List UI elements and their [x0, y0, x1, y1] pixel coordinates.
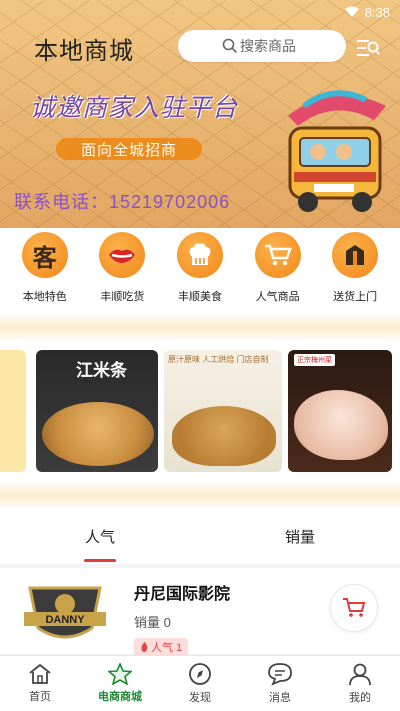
status-bar: 8:38	[0, 0, 400, 24]
svg-text:DANNY: DANNY	[45, 614, 85, 626]
nav-label: 我的	[349, 692, 371, 704]
sort-tabs: 人气 销量	[0, 508, 400, 564]
category-foodie[interactable]: 丰顺吃货	[86, 232, 158, 304]
tab-sales[interactable]: 销量	[200, 508, 400, 564]
cart-icon	[343, 598, 366, 617]
bottom-nav: 首页 电商商城 发现 消息 我的	[0, 655, 400, 711]
section-divider	[0, 480, 400, 510]
category-grid: 客 本地特色 丰顺吃货 丰顺美食 人气商品 送货上门	[0, 228, 400, 312]
nav-shop[interactable]: 电商商城	[80, 656, 160, 711]
search-icon	[222, 38, 238, 54]
user-icon	[349, 663, 371, 686]
chef-hat-icon	[176, 232, 223, 278]
category-delivery[interactable]: 送货上门	[319, 232, 391, 304]
nav-home[interactable]: 首页	[0, 656, 80, 711]
nav-label: 消息	[269, 692, 291, 704]
category-label: 丰顺美食	[177, 291, 222, 303]
nav-discover[interactable]: 发现	[160, 656, 240, 711]
app-header: 本地商城 搜索商品	[0, 26, 400, 70]
category-label: 本地特色	[22, 291, 67, 303]
shop-sales: 销量 0	[134, 615, 171, 630]
banner-cta-button[interactable]: 面向全城招商	[56, 138, 202, 160]
nav-label: 首页	[29, 691, 51, 703]
product-card[interactable]: 江米条	[36, 350, 158, 472]
product-title: 江米条	[76, 361, 127, 380]
category-label: 人气商品	[255, 291, 300, 303]
product-tagline: 原汁原味 人工烘焙 门店自制	[168, 355, 269, 364]
search-placeholder: 搜索商品	[240, 38, 296, 54]
ke-char-icon: 客	[21, 232, 68, 278]
shop-name: 丹尼国际影院	[134, 586, 231, 603]
category-label: 送货上门	[333, 291, 378, 303]
menu-search-icon[interactable]	[356, 38, 380, 58]
product-card[interactable]: 原汁原味 人工烘焙 门店自制	[164, 350, 282, 472]
tab-popular[interactable]: 人气	[0, 508, 200, 564]
status-time: 8:38	[364, 4, 390, 20]
product-card-partial[interactable]	[0, 350, 26, 472]
nav-label: 电商商城	[98, 691, 142, 703]
product-image	[294, 390, 388, 460]
popularity-text: 人气 1	[151, 642, 183, 654]
section-divider	[0, 312, 400, 342]
search-input[interactable]: 搜索商品	[178, 30, 346, 62]
nav-label: 发现	[189, 692, 211, 704]
nav-profile[interactable]: 我的	[320, 656, 400, 711]
product-image	[172, 406, 276, 466]
lips-icon	[99, 232, 146, 278]
category-label: 丰顺吃货	[100, 291, 145, 303]
category-cuisine[interactable]: 丰顺美食	[164, 232, 236, 304]
add-to-cart-button[interactable]	[330, 584, 378, 632]
wifi-icon	[344, 6, 359, 17]
category-popular[interactable]: 人气商品	[242, 232, 314, 304]
shop-logo: DANNY	[24, 586, 106, 639]
product-carousel[interactable]: 江米条 原汁原味 人工烘焙 门店自制 正宗梅州菜	[0, 340, 400, 480]
shop-list-item[interactable]: DANNY 丹尼国际影院 销量 0 人气 1	[0, 568, 400, 656]
product-image	[42, 402, 154, 466]
product-card[interactable]: 正宗梅州菜	[288, 350, 392, 472]
compass-icon	[189, 663, 211, 685]
nav-messages[interactable]: 消息	[240, 656, 320, 711]
popularity-badge: 人气 1	[134, 638, 189, 656]
hero-banner[interactable]: 本地商城 搜索商品 诚邀商家入驻平台 面向全城招商 联系电话：152197020…	[0, 0, 400, 228]
home-icon	[29, 663, 51, 684]
cart-icon	[254, 232, 301, 278]
product-badge: 正宗梅州菜	[294, 354, 335, 366]
delivery-box-icon	[332, 232, 379, 278]
flame-icon	[141, 642, 148, 652]
message-icon	[268, 663, 292, 686]
banner-headline: 诚邀商家入驻平台	[30, 94, 239, 122]
bus-illustration-icon	[288, 90, 386, 212]
banner-contact: 联系电话：15219702006	[14, 192, 231, 212]
app-title: 本地商城	[34, 37, 134, 65]
star-icon	[108, 663, 132, 685]
category-local-special[interactable]: 客 本地特色	[9, 232, 81, 304]
